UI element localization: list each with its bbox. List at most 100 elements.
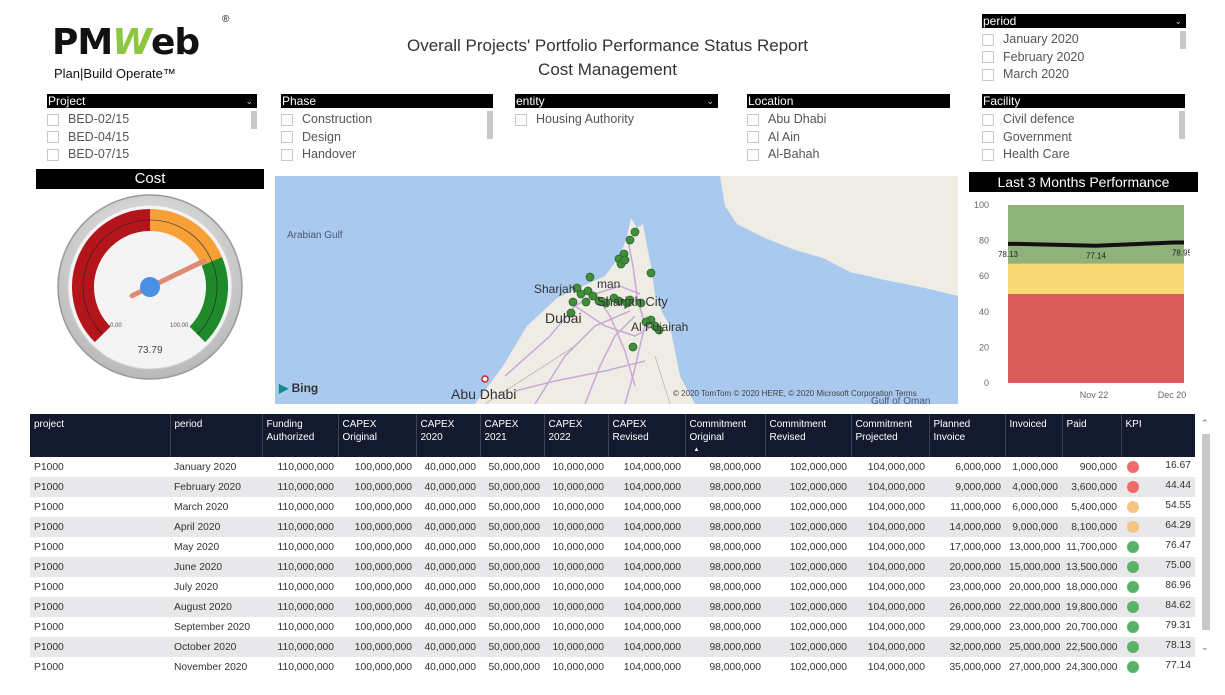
chevron-down-icon[interactable]: ⌄: [706, 94, 714, 108]
checkbox[interactable]: [47, 131, 59, 144]
kpi-value: 86.96: [1165, 580, 1191, 591]
slicer-facility-header[interactable]: Facility: [982, 94, 1185, 108]
slicer-scrollbar[interactable]: [1180, 31, 1186, 49]
checkbox[interactable]: [982, 33, 994, 46]
checkbox[interactable]: [982, 113, 994, 126]
map-project-marker[interactable]: [568, 297, 578, 307]
checkbox[interactable]: [982, 51, 994, 64]
map-label-ajman: man: [597, 277, 621, 291]
checkbox[interactable]: [281, 131, 293, 144]
slicer-location-header[interactable]: Location: [747, 94, 950, 108]
checkbox[interactable]: [982, 148, 994, 161]
checkbox[interactable]: [747, 148, 759, 161]
column-header-commitment-projected[interactable]: Commitment Projected: [850, 414, 929, 457]
checkbox[interactable]: [982, 68, 994, 81]
slicer-phase: Phase Construction Design Handover: [281, 94, 493, 164]
slicer-facility-item[interactable]: Government: [982, 129, 1185, 147]
slicer-period-item[interactable]: February 2020: [982, 49, 1186, 67]
checkbox[interactable]: [982, 131, 994, 144]
table-row[interactable]: P1000 March 2020 110,000,000 100,000,000 40,…: [30, 497, 1195, 517]
column-header-capex-2022[interactable]: CAPEX 2022: [543, 414, 608, 457]
slicer-entity-header[interactable]: entity ⌄: [515, 94, 718, 108]
table-row[interactable]: P1000 September 2020 110,000,000 100,000,00…: [30, 617, 1195, 637]
slicer-project-header[interactable]: Project ⌄: [47, 94, 257, 108]
checkbox[interactable]: [281, 148, 293, 161]
cell-com-proj: 104,000,000: [867, 581, 925, 593]
cell-invoiced: 20,000,000: [1009, 581, 1061, 593]
sort-ascending-icon[interactable]: ▲: [690, 444, 761, 457]
table-row[interactable]: P1000 July 2020 110,000,000 100,000,000 40,0…: [30, 577, 1195, 597]
table-row[interactable]: P1000 April 2020 110,000,000 100,000,000 40,…: [30, 517, 1195, 537]
cell-planned: 20,000,000: [929, 557, 1005, 577]
column-header-capex-original[interactable]: CAPEX Original: [337, 414, 416, 457]
map-project-marker[interactable]: [625, 235, 635, 245]
slicer-project-item[interactable]: BED-07/15: [47, 146, 257, 164]
slicer-period-item[interactable]: March 2020: [982, 66, 1186, 84]
map-project-marker[interactable]: [630, 227, 640, 237]
cell-c2020: 40,000,000: [424, 541, 476, 553]
table-row[interactable]: P1000 June 2020 110,000,000 100,000,000 40,0…: [30, 557, 1195, 577]
map-project-marker[interactable]: [646, 268, 656, 278]
cell-c2021: 50,000,000: [480, 517, 544, 537]
column-header-commitment-revised[interactable]: Commitment Revised: [764, 414, 851, 457]
column-header-project[interactable]: project: [30, 414, 170, 457]
slicer-period-header[interactable]: period ⌄: [982, 14, 1186, 28]
checkbox[interactable]: [747, 113, 759, 126]
cell-com-proj: 104,000,000: [851, 557, 929, 577]
map-project-marker[interactable]: [628, 342, 638, 352]
slicer-project-item[interactable]: BED-02/15: [47, 111, 257, 129]
column-header-commitment-original[interactable]: Commitment Original ▲: [684, 414, 765, 457]
slicer-location-item[interactable]: Abu Dhabi: [747, 111, 950, 129]
checkbox[interactable]: [47, 148, 59, 161]
table-row[interactable]: P1000 October 2020 110,000,000 100,000,000 4…: [30, 637, 1195, 657]
map-project-marker[interactable]: [585, 272, 595, 282]
column-header-paid[interactable]: Paid: [1061, 414, 1121, 457]
cell-com-orig: 98,000,000: [709, 461, 761, 473]
slicer-phase-item[interactable]: Construction: [281, 111, 493, 129]
column-header-period[interactable]: period: [169, 414, 262, 457]
column-header-funding-authorized[interactable]: Funding Authorized: [261, 414, 338, 457]
slicer-scrollbar[interactable]: [251, 111, 257, 129]
checkbox[interactable]: [47, 113, 59, 126]
cell-com-rev: 102,000,000: [765, 597, 851, 617]
map-project-marker[interactable]: [620, 255, 630, 265]
table-scrollbar[interactable]: ⌃ ⌄: [1200, 418, 1212, 658]
column-header-invoiced[interactable]: Invoiced: [1004, 414, 1062, 457]
map-label-sharjah-city: Sharjah City: [597, 294, 668, 309]
table-row[interactable]: P1000 January 2020 110,000,000 100,000,000 4…: [30, 457, 1195, 477]
column-header-kpi[interactable]: KPI: [1120, 414, 1195, 457]
pmweb-logo: PMWeb ® Plan|Build Operate™: [52, 14, 242, 86]
slicer-period-item[interactable]: January 2020: [982, 31, 1186, 49]
table-row[interactable]: P1000 August 2020 110,000,000 100,000,000 40…: [30, 597, 1195, 617]
slicer-scrollbar[interactable]: [1179, 111, 1185, 139]
slicer-location-item[interactable]: Al Ain: [747, 129, 950, 147]
slicer-phase-header[interactable]: Phase: [281, 94, 493, 108]
scroll-up-icon[interactable]: ⌃: [1201, 418, 1209, 429]
slicer-project-item[interactable]: BED-04/15: [47, 129, 257, 147]
column-header-capex-revised[interactable]: CAPEX Revised: [607, 414, 685, 457]
chevron-down-icon[interactable]: ⌄: [245, 94, 253, 108]
checkbox[interactable]: [281, 113, 293, 126]
checkbox[interactable]: [747, 131, 759, 144]
slicer-facility-item[interactable]: Civil defence: [982, 111, 1185, 129]
checkbox[interactable]: [515, 113, 527, 126]
chevron-down-icon[interactable]: ⌄: [1174, 14, 1182, 28]
slicer-facility-item[interactable]: Health Care: [982, 146, 1185, 164]
cell-com-proj: 104,000,000: [851, 477, 929, 497]
map-project-marker[interactable]: [581, 297, 591, 307]
slicer-phase-item[interactable]: Design: [281, 129, 493, 147]
column-header-planned-invoice[interactable]: Planned Invoice: [928, 414, 1005, 457]
table-row[interactable]: P1000 February 2020 110,000,000 100,000,000…: [30, 477, 1195, 497]
column-header-capex-2021[interactable]: CAPEX 2021: [479, 414, 544, 457]
slicer-location-item[interactable]: Al-Bahah: [747, 146, 950, 164]
table-row[interactable]: P1000 November 2020 110,000,000 100,000,000…: [30, 657, 1195, 677]
slicer-entity-item[interactable]: Housing Authority: [515, 111, 718, 129]
table-row[interactable]: P1000 May 2020 110,000,000 100,000,000 40,00…: [30, 537, 1195, 557]
scrollbar-thumb[interactable]: [1202, 434, 1210, 630]
map-visual[interactable]: Arabian Gulf Sharjah man Dubai Sharjah C…: [275, 176, 958, 404]
slicer-scrollbar[interactable]: [487, 111, 493, 139]
column-header-capex-2020[interactable]: CAPEX 2020: [415, 414, 480, 457]
scroll-down-icon[interactable]: ⌄: [1201, 642, 1209, 653]
slicer-phase-item[interactable]: Handover: [281, 146, 493, 164]
cell-c2020: 40,000,000: [424, 661, 476, 673]
